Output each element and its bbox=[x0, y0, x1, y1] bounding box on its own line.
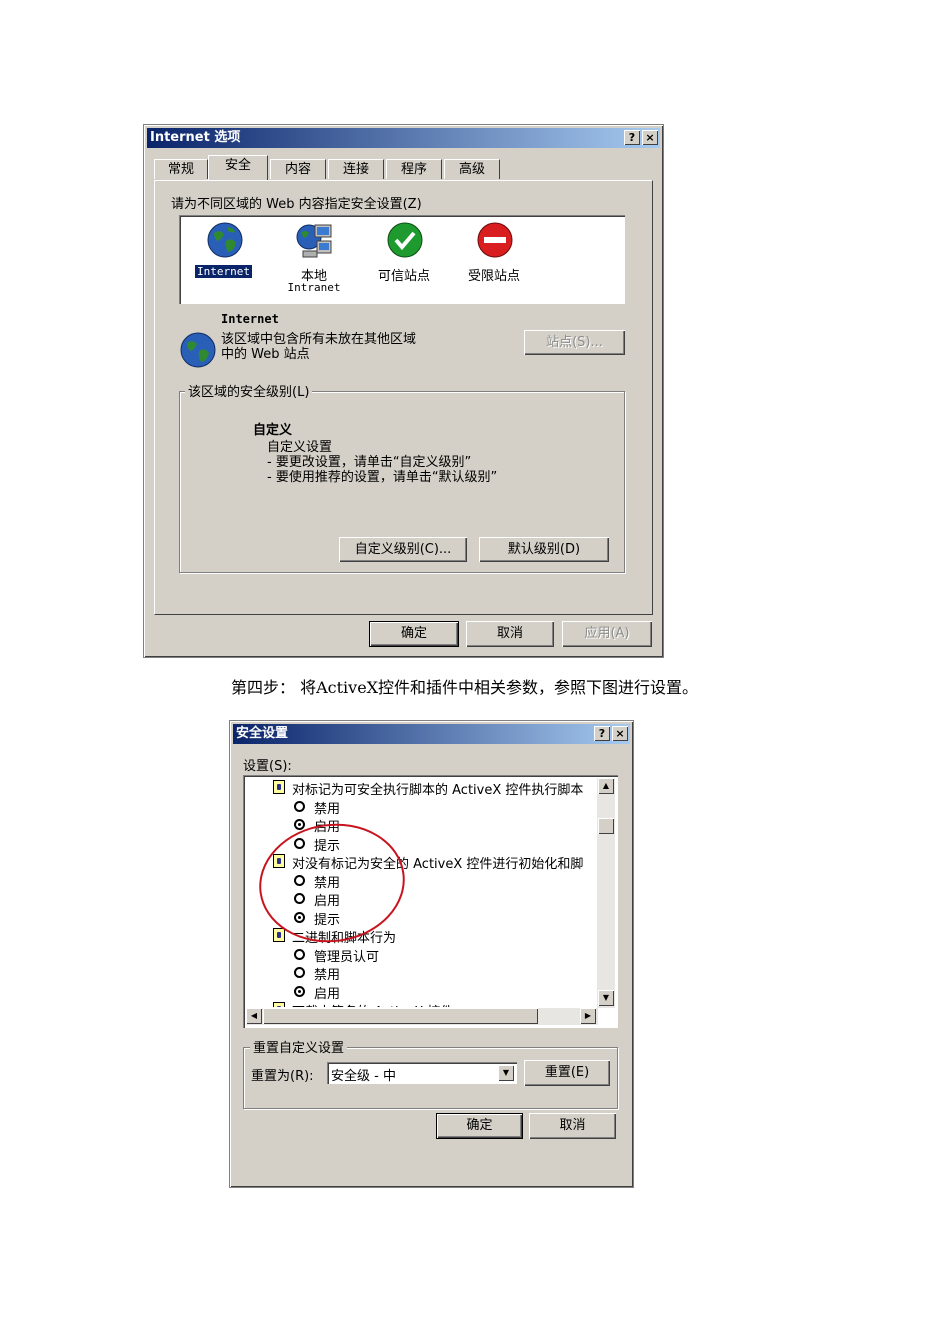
dialog-titlebar: Internet 选项 ? × bbox=[147, 128, 660, 148]
scroll-thumb[interactable] bbox=[598, 818, 614, 834]
zone-restricted-sites[interactable]: 受限站点 bbox=[459, 221, 529, 291]
chevron-down-icon[interactable]: ▼ bbox=[498, 1065, 514, 1081]
reset-to-label: 重置为(R): bbox=[251, 1069, 314, 1084]
zone-name: Internet bbox=[221, 312, 279, 326]
setting-option-label: 启用 bbox=[314, 986, 341, 1002]
setting-category-icon bbox=[273, 780, 285, 794]
restricted-icon bbox=[477, 222, 513, 258]
setting-option-label: 管理员认可 bbox=[314, 949, 380, 965]
scroll-right-arrow-icon[interactable]: ▶ bbox=[580, 1008, 596, 1024]
tab-general[interactable]: 常规 bbox=[154, 159, 208, 179]
setting-category-label: 下载未签名的 ActiveX 控件 bbox=[292, 1001, 453, 1007]
help-button[interactable]: ? bbox=[594, 726, 610, 741]
apply-button[interactable]: 应用(A) bbox=[562, 621, 652, 647]
vertical-scrollbar[interactable]: ▲ ▼ bbox=[597, 778, 615, 1008]
globe-icon bbox=[180, 332, 216, 368]
setting-option-label: 禁用 bbox=[314, 968, 341, 983]
tab-security[interactable]: 安全 bbox=[208, 155, 268, 180]
security-settings-dialog: 安全设置 ? × 设置(S): 对标记为可安全执行脚本的 ActiveX 控件执… bbox=[229, 720, 634, 1188]
security-level-group-label: 该区域的安全级别(L) bbox=[185, 381, 313, 400]
tab-connections[interactable]: 连接 bbox=[328, 159, 384, 179]
zone-list: Internet 本地 Intranet 可信站点 受限站点 bbox=[179, 215, 625, 304]
reset-level-select[interactable]: 安全级 - 中 ▼ bbox=[327, 1062, 517, 1084]
ok-button[interactable]: 确定 bbox=[436, 1113, 523, 1139]
setting-category-icon bbox=[273, 1002, 285, 1007]
setting-option[interactable]: 启用 bbox=[243, 982, 597, 1002]
zone-prompt: 请为不同区域的 Web 内容指定安全设置(Z) bbox=[171, 197, 422, 212]
tab-content[interactable]: 内容 bbox=[270, 159, 326, 179]
dialog-title: 安全设置 bbox=[236, 726, 289, 741]
setting-option[interactable]: 禁用 bbox=[243, 963, 597, 983]
scroll-down-arrow-icon[interactable]: ▼ bbox=[598, 990, 614, 1006]
step-caption: 第四步： 将ActiveX控件和插件中相关参数，参照下图进行设置。 bbox=[231, 678, 699, 697]
zone-internet[interactable]: Internet bbox=[189, 221, 259, 291]
tab-strip: 常规 安全 内容 连接 程序 高级 bbox=[154, 155, 654, 180]
security-tab-panel: 请为不同区域的 Web 内容指定安全设置(Z) Internet 本地 Intr… bbox=[154, 180, 653, 615]
default-level-button[interactable]: 默认级别(D) bbox=[479, 537, 609, 562]
sites-button[interactable]: 站点(S)... bbox=[524, 330, 625, 355]
radio-button[interactable] bbox=[294, 967, 305, 978]
close-button[interactable]: × bbox=[642, 130, 658, 145]
reset-button[interactable]: 重置(E) bbox=[524, 1060, 610, 1086]
horizontal-scrollbar[interactable]: ◀ ▶ bbox=[246, 1008, 598, 1025]
radio-button[interactable] bbox=[294, 800, 305, 812]
setting-option[interactable]: 管理员认可 bbox=[243, 945, 597, 965]
close-button[interactable]: × bbox=[612, 726, 628, 741]
cancel-button[interactable]: 取消 bbox=[466, 621, 554, 647]
globe-icon bbox=[207, 222, 243, 258]
zone-label-trusted: 可信站点 bbox=[377, 269, 430, 284]
cancel-button[interactable]: 取消 bbox=[529, 1113, 616, 1139]
zone-trusted-sites[interactable]: 可信站点 bbox=[369, 221, 439, 291]
reset-level-value: 安全级 - 中 bbox=[331, 1069, 396, 1084]
dialog-titlebar: 安全设置 ? × bbox=[233, 724, 630, 744]
horizontal-scroll-thumb[interactable] bbox=[263, 1008, 538, 1024]
radio-button[interactable] bbox=[294, 948, 305, 960]
zone-label-restricted: 受限站点 bbox=[467, 269, 520, 284]
reset-group-label: 重置自定义设置 bbox=[250, 1037, 348, 1056]
setting-option-label: 禁用 bbox=[314, 801, 341, 817]
settings-label: 设置(S): bbox=[243, 759, 292, 774]
custom-level-button[interactable]: 自定义级别(C)... bbox=[339, 537, 467, 562]
radio-button[interactable] bbox=[294, 985, 305, 997]
internet-options-dialog: Internet 选项 ? × 常规 安全 内容 连接 程序 高级 请为不同区域… bbox=[143, 124, 664, 658]
tab-advanced[interactable]: 高级 bbox=[444, 159, 500, 179]
help-button[interactable]: ? bbox=[624, 130, 640, 145]
annotation-circle bbox=[259, 823, 405, 943]
dialog-title: Internet 选项 bbox=[150, 130, 241, 145]
zone-label-internet: Internet bbox=[194, 264, 253, 279]
security-level-line3: - 要使用推荐的设置，请单击“默认级别” bbox=[267, 470, 498, 485]
zone-label-intranet: Intranet bbox=[287, 281, 341, 294]
checkmark-icon bbox=[387, 222, 423, 258]
setting-option[interactable]: 禁用 bbox=[243, 797, 597, 817]
setting-category: 对标记为可安全执行脚本的 ActiveX 控件执行脚本 bbox=[243, 778, 597, 798]
scroll-up-arrow-icon[interactable]: ▲ bbox=[598, 778, 614, 794]
intranet-icon bbox=[296, 224, 332, 258]
ok-button[interactable]: 确定 bbox=[369, 621, 459, 647]
tab-programs[interactable]: 程序 bbox=[386, 159, 442, 179]
zone-description-line2: 中的 Web 站点 bbox=[221, 347, 310, 362]
scroll-left-arrow-icon[interactable]: ◀ bbox=[246, 1008, 262, 1024]
zone-local-intranet[interactable]: 本地 Intranet bbox=[279, 221, 349, 297]
setting-category: 下载未签名的 ActiveX 控件 bbox=[243, 1000, 597, 1007]
setting-category-label: 对标记为可安全执行脚本的 ActiveX 控件执行脚本 bbox=[292, 783, 584, 798]
